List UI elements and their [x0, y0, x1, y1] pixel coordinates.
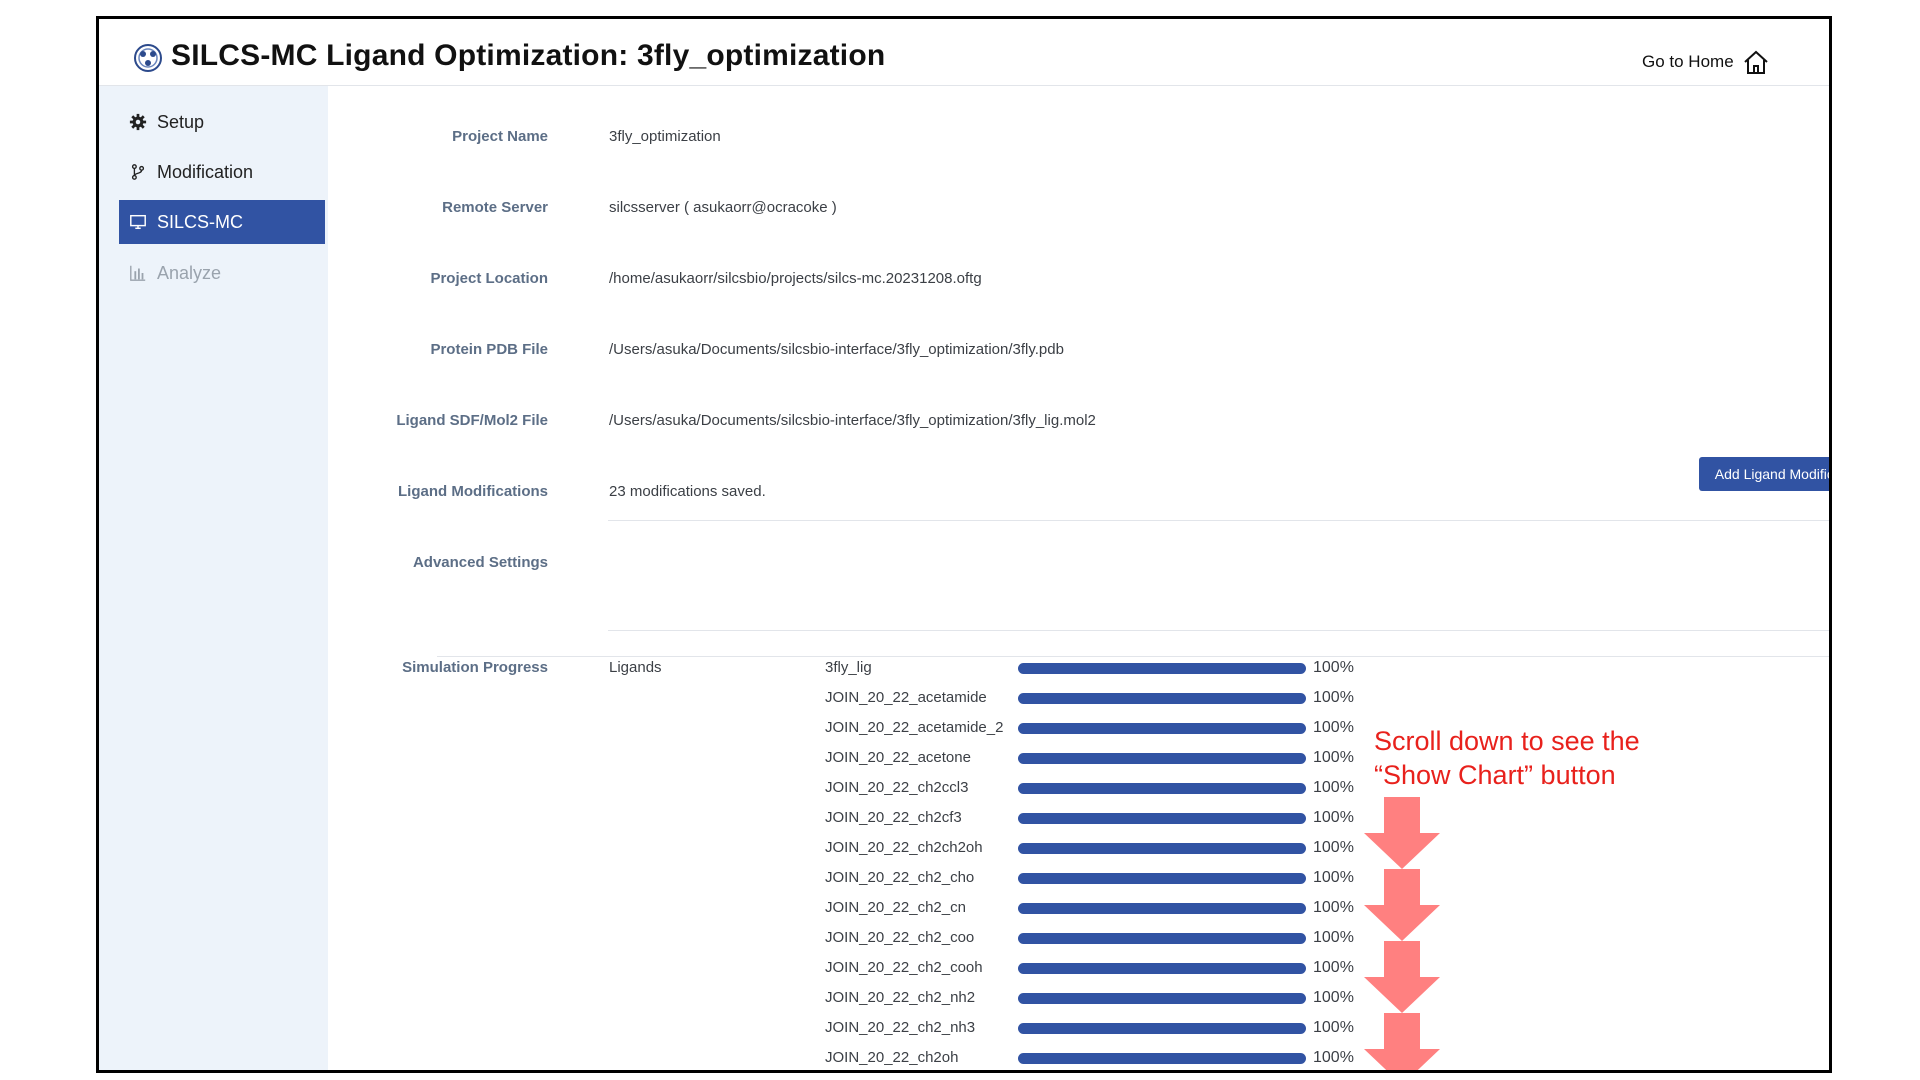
- project-location-value: /home/asukaorr/silcsbio/projects/silcs-m…: [609, 270, 982, 287]
- bar-chart-icon: [130, 265, 146, 281]
- sidebar-item-setup[interactable]: Setup: [119, 100, 325, 144]
- progress-percent: 100%: [1313, 749, 1354, 766]
- project-name-value: 3fly_optimization: [609, 128, 721, 145]
- progress-bar: [1018, 963, 1306, 974]
- progress-percent: 100%: [1313, 869, 1354, 886]
- progress-bar: [1018, 813, 1306, 824]
- down-arrow-icon: [1364, 941, 1440, 1013]
- ligand-name: JOIN_20_22_ch2_cho: [825, 869, 975, 886]
- project-name-label: Project Name: [452, 128, 548, 145]
- progress-bar: [1018, 1053, 1306, 1064]
- ligand-file-value: /Users/asuka/Documents/silcsbio-interfac…: [609, 412, 1096, 429]
- app-header: SILCS-MC Ligand Optimization: 3fly_optim…: [99, 19, 1829, 86]
- protein-pdb-value: /Users/asuka/Documents/silcsbio-interfac…: [609, 341, 1064, 358]
- progress-bar: [1018, 723, 1306, 734]
- down-arrow-icon: [1364, 1013, 1440, 1070]
- ligand-name: JOIN_20_22_acetone: [825, 749, 971, 766]
- divider: [608, 630, 1829, 631]
- home-icon: [1743, 50, 1768, 74]
- ligand-name: JOIN_20_22_ch2_cooh: [825, 959, 983, 976]
- ligand-name: JOIN_20_22_ch2_nh2: [825, 989, 976, 1006]
- progress-percent: 100%: [1313, 1049, 1354, 1066]
- sidebar-item-label: Modification: [157, 161, 254, 182]
- sidebar-item-analyze[interactable]: Analyze: [119, 251, 325, 295]
- progress-bar: [1018, 843, 1306, 854]
- progress-percent: 100%: [1313, 839, 1354, 856]
- sidebar: Setup Modification SILCS-MC Analyze: [99, 86, 328, 1070]
- tutorial-annotation: Scroll down to see the “Show Chart” butt…: [1374, 724, 1640, 792]
- ligand-name: 3fly_lig: [825, 659, 872, 676]
- sidebar-item-label: Setup: [157, 111, 205, 132]
- down-arrow-icon: [1364, 869, 1440, 941]
- ligand-name: JOIN_20_22_acetamide: [825, 689, 987, 706]
- app-window: SILCS-MC Ligand Optimization: 3fly_optim…: [96, 16, 1832, 1073]
- ligand-name: JOIN_20_22_ch2cf3: [825, 809, 962, 826]
- progress-bar: [1018, 693, 1306, 704]
- advanced-settings-label: Advanced Settings: [412, 554, 548, 571]
- progress-percent: 100%: [1313, 809, 1354, 826]
- ligand-name: JOIN_20_22_ch2_coo: [825, 929, 975, 946]
- progress-bar: [1018, 933, 1306, 944]
- progress-percent: 100%: [1313, 689, 1354, 706]
- progress-bar: [1018, 753, 1306, 764]
- progress-percent: 100%: [1313, 1019, 1354, 1036]
- add-ligand-modifications-button[interactable]: Add Ligand Modifications: [1699, 457, 1829, 491]
- sidebar-item-label: Analyze: [157, 262, 222, 283]
- ligand-modifications-value: 23 modifications saved.: [609, 483, 766, 500]
- progress-percent: 100%: [1313, 779, 1354, 796]
- page-title: SILCS-MC Ligand Optimization: 3fly_optim…: [171, 39, 886, 72]
- progress-bar: [1018, 1023, 1306, 1034]
- progress-percent: 100%: [1313, 659, 1354, 676]
- sidebar-item-modification[interactable]: Modification: [119, 150, 325, 194]
- sidebar-item-label: SILCS-MC: [157, 211, 244, 232]
- progress-percent: 100%: [1313, 989, 1354, 1006]
- ligand-name: JOIN_20_22_ch2_cn: [825, 899, 966, 916]
- main-content: Project Name 3fly_optimization Remote Se…: [328, 86, 1829, 1070]
- annotation-line-2: “Show Chart” button: [1374, 760, 1616, 790]
- progress-percent: 100%: [1313, 899, 1354, 916]
- protein-pdb-label: Protein PDB File: [430, 341, 548, 358]
- ligand-name: JOIN_20_22_acetamide_2: [825, 719, 1004, 736]
- progress-percent: 100%: [1313, 929, 1354, 946]
- ligand-name: JOIN_20_22_ch2oh: [825, 1049, 959, 1066]
- simulation-progress-label: Simulation Progress: [402, 659, 548, 676]
- project-location-label: Project Location: [430, 270, 548, 287]
- ligand-name: JOIN_20_22_ch2ch2oh: [825, 839, 983, 856]
- ligand-name: JOIN_20_22_ch2_nh3: [825, 1019, 976, 1036]
- divider: [608, 520, 1829, 521]
- ligand-file-label: Ligand SDF/Mol2 File: [396, 412, 548, 429]
- sidebar-item-silcs-mc[interactable]: SILCS-MC: [119, 200, 325, 244]
- branch-icon: [131, 164, 145, 180]
- progress-bar: [1018, 993, 1306, 1004]
- progress-bar: [1018, 663, 1306, 674]
- gear-icon: [129, 113, 147, 131]
- go-to-home-label: Go to Home: [1642, 52, 1734, 71]
- ligand-modifications-label: Ligand Modifications: [398, 483, 548, 500]
- section-divider: [437, 656, 1829, 657]
- progress-bar: [1018, 873, 1306, 884]
- progress-bar: [1018, 783, 1306, 794]
- progress-percent: 100%: [1313, 719, 1354, 736]
- monitor-icon: [130, 214, 146, 230]
- progress-percent: 100%: [1313, 959, 1354, 976]
- ligands-column-label: Ligands: [609, 659, 662, 676]
- progress-bar: [1018, 903, 1306, 914]
- down-arrow-icon: [1364, 797, 1440, 869]
- remote-server-value: silcsserver ( asukaorr@ocracoke ): [609, 199, 837, 216]
- silcs-logo-icon: [134, 44, 162, 72]
- go-to-home-link[interactable]: Go to Home: [1642, 49, 1770, 75]
- remote-server-label: Remote Server: [442, 199, 548, 216]
- annotation-line-1: Scroll down to see the: [1374, 726, 1640, 756]
- ligand-name: JOIN_20_22_ch2ccl3: [825, 779, 969, 796]
